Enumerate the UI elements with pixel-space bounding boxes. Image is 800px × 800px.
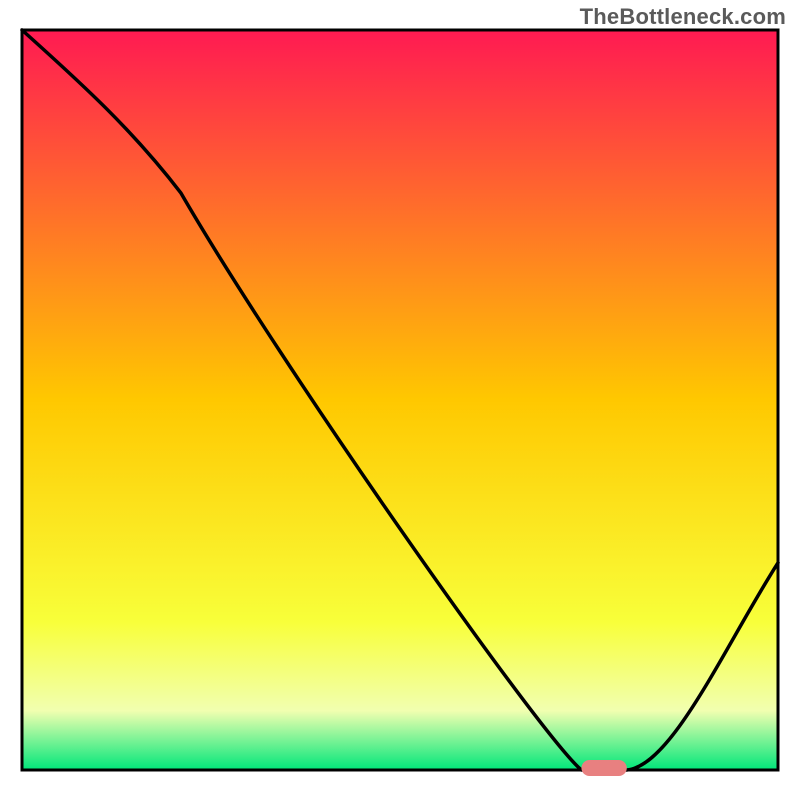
optimal-marker <box>581 760 626 776</box>
bottleneck-chart <box>0 0 800 800</box>
watermark-text: TheBottleneck.com <box>580 4 786 30</box>
chart-container: TheBottleneck.com <box>0 0 800 800</box>
